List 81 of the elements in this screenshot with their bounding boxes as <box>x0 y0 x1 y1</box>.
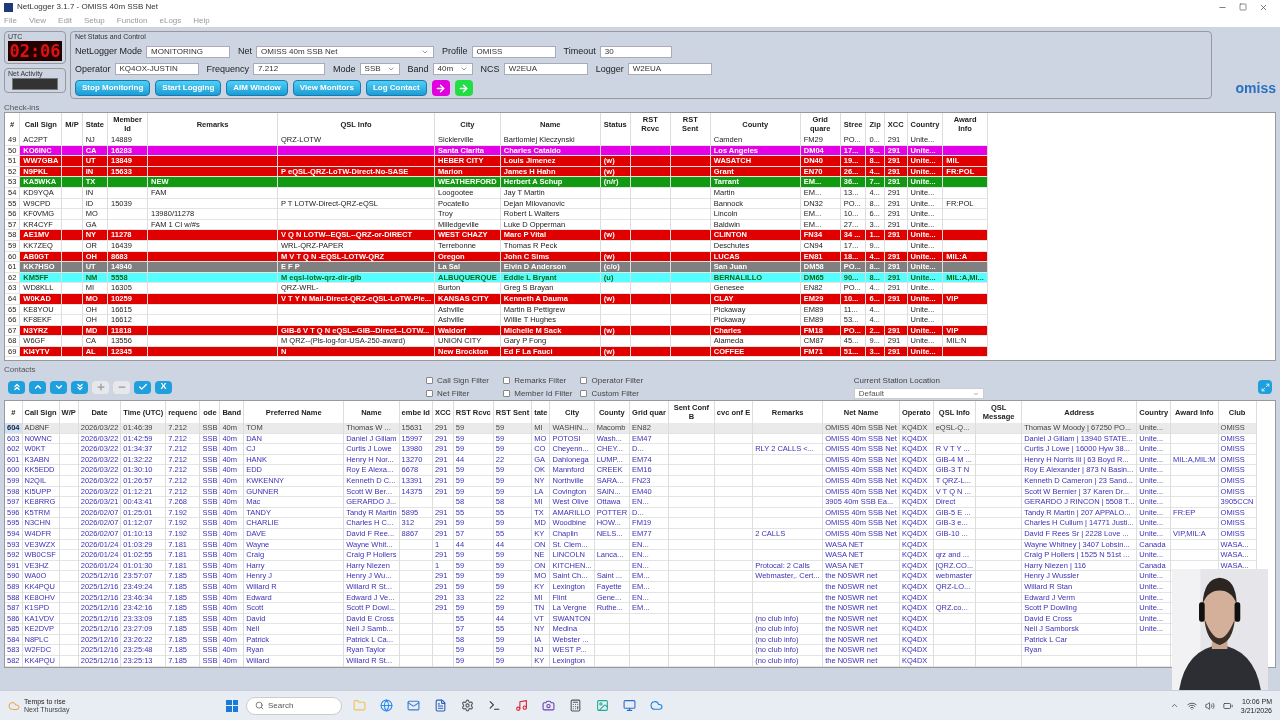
search-icon <box>255 701 264 710</box>
maximize-icon[interactable] <box>1239 2 1247 11</box>
input-field[interactable]: OMISS <box>471 45 556 58</box>
dropdown[interactable]: SSB <box>359 63 400 76</box>
layout-button[interactable] <box>1258 380 1272 394</box>
cloud-icon[interactable] <box>650 699 663 712</box>
checkbox-label: Member Id Filter <box>514 387 573 400</box>
double-up-arrow-icon <box>11 382 22 392</box>
expand-icon <box>1260 382 1270 392</box>
field-label: Current Station Location <box>853 375 941 387</box>
image-icon[interactable] <box>596 699 609 712</box>
logo: omiss <box>1235 79 1276 98</box>
contact-row[interactable] <box>5 454 1257 465</box>
field-label: Net <box>238 45 253 58</box>
checkbox-label: Custom Filter <box>591 387 640 400</box>
field-label: Operator <box>75 62 111 76</box>
window-title: NetLogger 3.1.7 - OMISS 40m SSB Net <box>17 1 158 13</box>
section-title: Check-ins <box>4 103 41 112</box>
tray-chevron-icon[interactable] <box>1169 701 1179 710</box>
terminal-icon[interactable] <box>488 699 501 712</box>
checkbox-label: Call Sign Filter <box>437 374 489 387</box>
checkbox[interactable] <box>580 377 588 384</box>
double-down-arrow-icon <box>74 382 85 392</box>
battery-icon[interactable] <box>1222 700 1233 711</box>
document-icon[interactable] <box>434 699 447 712</box>
arrow-icon <box>435 82 447 94</box>
contact-row[interactable] <box>5 443 1257 455</box>
settings-icon[interactable] <box>461 699 474 712</box>
toolbar-button[interactable] <box>71 380 88 394</box>
checkbox[interactable] <box>580 390 588 397</box>
field-label: Frequency <box>206 62 250 76</box>
caret-icon <box>972 390 979 397</box>
field-label: Timeout <box>563 45 596 58</box>
camera-icon[interactable] <box>542 699 555 712</box>
checkbox[interactable] <box>503 390 511 397</box>
app-icon <box>4 2 13 12</box>
input-field[interactable]: W2EUA <box>503 63 588 76</box>
checkbox[interactable] <box>426 390 433 397</box>
input-field[interactable]: 30 <box>599 45 672 58</box>
checkbox-label: Net Filter <box>437 387 470 400</box>
field-label: NetLogger Mode <box>75 45 143 58</box>
weather-icon <box>8 699 20 712</box>
mail-icon[interactable] <box>407 699 420 712</box>
arrow-button[interactable] <box>454 80 473 96</box>
toolbar-button[interactable] <box>8 380 25 394</box>
calculator-icon[interactable] <box>569 699 582 712</box>
checkbox-label: Remarks Filter <box>514 374 567 387</box>
contact-row[interactable] <box>5 528 1257 540</box>
arrow-button[interactable] <box>431 80 450 96</box>
toolbar-button[interactable] <box>50 380 67 394</box>
input-field[interactable]: 7.212 <box>253 63 326 76</box>
field-label: Mode <box>333 62 356 76</box>
field-label: Logger <box>595 62 624 76</box>
toolbar-button[interactable] <box>29 380 46 394</box>
checkbox[interactable] <box>426 377 433 384</box>
digital-clock: 02:06 <box>8 41 62 61</box>
input-field[interactable]: KQ4OX-JUSTIN <box>114 63 199 76</box>
checkbox[interactable] <box>503 377 511 384</box>
windows-start-icon[interactable] <box>226 699 238 712</box>
globe-icon[interactable] <box>380 699 393 712</box>
field-label: Band <box>407 62 429 76</box>
dropdown[interactable]: 40m <box>432 63 473 76</box>
input-field[interactable]: MONITORING <box>146 45 231 58</box>
checkbox-label: Operator Filter <box>591 374 644 387</box>
input-field[interactable]: W2EUA <box>627 63 712 76</box>
search-field[interactable]: Search <box>246 696 342 715</box>
toolbar-button[interactable] <box>134 380 151 394</box>
close-icon[interactable] <box>1259 2 1268 12</box>
music-icon[interactable] <box>515 699 528 712</box>
speaker-icon[interactable] <box>1204 700 1215 711</box>
arrow-icon <box>458 82 470 94</box>
dropdown[interactable]: Default <box>853 388 984 399</box>
dropdown[interactable]: OMISS 40m SSB Net <box>256 45 435 58</box>
section-title: Contacts <box>4 365 37 374</box>
field-label: Profile <box>442 45 468 58</box>
wifi-icon[interactable] <box>1186 700 1197 711</box>
field-label: NCS <box>480 62 500 76</box>
monitor-icon[interactable] <box>623 699 636 712</box>
check-icon <box>137 382 148 392</box>
activity-meter <box>12 78 58 90</box>
plus-icon <box>95 382 106 392</box>
